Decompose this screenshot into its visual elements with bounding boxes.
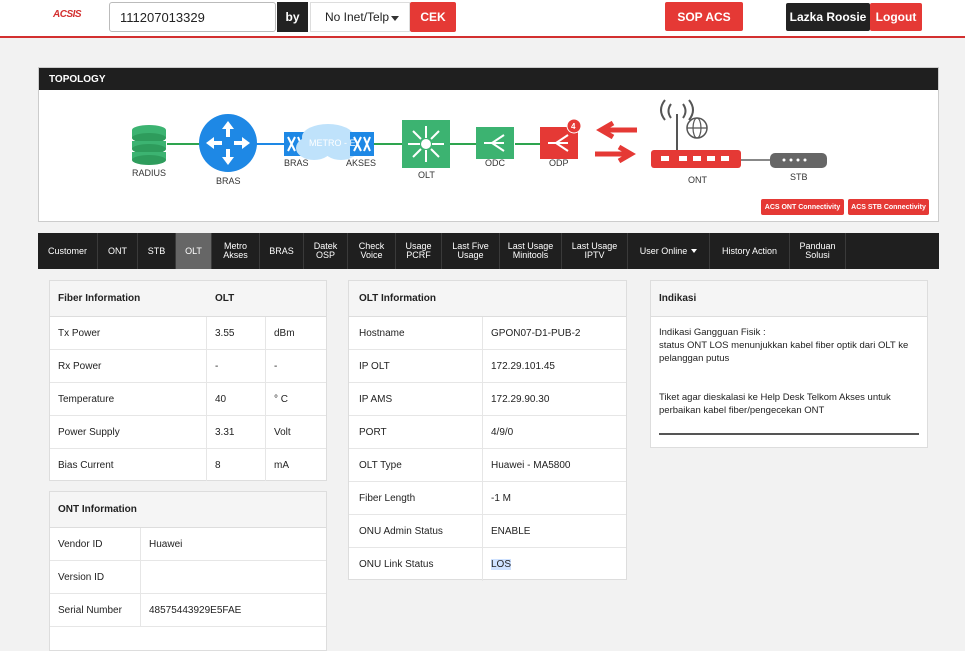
table-row: OLT Type Huawei - MA5800 xyxy=(349,449,626,482)
akses-label: AKSES xyxy=(346,158,377,168)
ont-head: ONT Information xyxy=(50,492,326,528)
user-name-button[interactable]: Lazka Roosie xyxy=(786,3,870,31)
bras2-label: BRAS xyxy=(284,158,309,168)
indikasi-line-2: status ONT LOS menunjukkan kabel fiber o… xyxy=(659,340,909,364)
olt-label: OLT xyxy=(418,170,435,180)
bras-label: BRAS xyxy=(216,176,241,186)
indikasi-card: Indikasi Indikasi Gangguan Fisik : statu… xyxy=(650,280,928,448)
stb-label: STB xyxy=(790,172,808,182)
table-row: Power Supply 3.31 Volt xyxy=(50,416,326,449)
chevron-down-icon xyxy=(391,16,399,21)
acs-ont-connectivity-button[interactable]: ACS ONT Connectivity xyxy=(761,199,844,215)
fiber-olt-head: OLT xyxy=(215,293,235,304)
radius-label: RADIUS xyxy=(132,168,167,178)
table-row: Version ID xyxy=(50,561,326,594)
table-row: IP OLT 172.29.101.45 xyxy=(349,350,626,383)
top-bar: ACSIS by No Inet/Telp CEK SOP ACS Lazka … xyxy=(0,0,965,38)
olt-head: OLT Information xyxy=(349,281,626,317)
table-row: Tx Power 3.55 dBm xyxy=(50,317,326,350)
metro-label: METRO - E xyxy=(309,138,356,148)
table-row: IP AMS 172.29.90.30 xyxy=(349,383,626,416)
table-row: Vendor ID Huawei xyxy=(50,528,326,561)
tab-last-usage-minitools[interactable]: Last Usage Minitools xyxy=(500,233,562,269)
radius-db-icon[interactable] xyxy=(132,125,166,165)
search-input[interactable] xyxy=(109,2,276,32)
logout-button[interactable]: Logout xyxy=(870,3,922,31)
tab-panduan-solusi[interactable]: Panduan Solusi xyxy=(790,233,846,269)
table-row: ONU Admin Status ENABLE xyxy=(349,515,626,548)
tab-history-action[interactable]: History Action xyxy=(710,233,790,269)
fiber-information-card: Fiber Information OLT Tx Power 3.55 dBm … xyxy=(49,280,327,481)
tab-user-online[interactable]: User Online xyxy=(628,233,710,269)
odc-label: ODC xyxy=(485,158,505,168)
tab-check-voice[interactable]: Check Voice xyxy=(348,233,396,269)
search-type-value: No Inet/Telp xyxy=(325,10,390,24)
ont-information-card: ONT Information Vendor ID Huawei Version… xyxy=(49,491,327,651)
odc-splitter-icon[interactable] xyxy=(476,127,514,159)
ont-label: ONT xyxy=(688,175,707,185)
bras-router-icon[interactable] xyxy=(199,114,257,172)
tab-last-usage-iptv[interactable]: Last Usage IPTV xyxy=(562,233,628,269)
tab-bar: Customer ONT STB OLT Metro Akses BRAS Dat… xyxy=(38,233,939,269)
table-row: Temperature 40 ° C xyxy=(50,383,326,416)
indikasi-line-3: Tiket agar dieskalasi ke Help Desk Telko… xyxy=(659,392,891,416)
olt-switch-icon[interactable] xyxy=(402,120,450,168)
table-row: Hostname GPON07-D1-PUB-2 xyxy=(349,317,626,350)
sop-acs-button[interactable]: SOP ACS xyxy=(665,2,743,31)
tab-last-five-usage[interactable]: Last Five Usage xyxy=(442,233,500,269)
by-label: by xyxy=(277,2,308,32)
tab-datek-osp[interactable]: Datek OSP xyxy=(304,233,348,269)
table-row: ONU Link Status LOS xyxy=(349,548,626,581)
tab-ont[interactable]: ONT xyxy=(98,233,138,269)
tab-stb[interactable]: STB xyxy=(138,233,176,269)
ont-router-icon[interactable] xyxy=(651,99,741,168)
table-row: Fiber Length -1 M xyxy=(349,482,626,515)
tab-customer[interactable]: Customer xyxy=(38,233,98,269)
indikasi-head: Indikasi xyxy=(651,281,927,317)
cek-button[interactable]: CEK xyxy=(410,2,456,32)
app-logo[interactable]: ACSIS xyxy=(53,9,82,20)
table-row: Serial Number 48575443929E5FAE xyxy=(50,594,326,627)
indikasi-line-1: Indikasi Gangguan Fisik : xyxy=(659,327,766,338)
exchange-arrows-icon xyxy=(595,120,637,164)
tab-usage-pcrf[interactable]: Usage PCRF xyxy=(396,233,442,269)
divider xyxy=(659,433,919,435)
odp-badge: 4 xyxy=(571,122,576,131)
onu-link-status-value: LOS xyxy=(491,559,512,570)
topology-panel: TOPOLOGY METRO - E 4 RADIUS BRAS BRAS AK… xyxy=(38,67,939,222)
table-row: PORT 4/9/0 xyxy=(349,416,626,449)
stb-box-icon[interactable] xyxy=(770,153,827,168)
topology-title: TOPOLOGY xyxy=(39,68,938,90)
odp-label: ODP xyxy=(549,158,569,168)
indikasi-body: Indikasi Gangguan Fisik : status ONT LOS… xyxy=(651,317,927,426)
table-row: Bias Current 8 mA xyxy=(50,449,326,481)
tab-metro-akses[interactable]: Metro Akses xyxy=(212,233,260,269)
chevron-down-icon xyxy=(691,249,698,253)
table-row: Rx Power - - xyxy=(50,350,326,383)
olt-information-card: OLT Information Hostname GPON07-D1-PUB-2… xyxy=(348,280,627,581)
fiber-head: Fiber Information xyxy=(58,293,141,304)
tab-bras[interactable]: BRAS xyxy=(260,233,304,269)
globe-icon xyxy=(686,117,708,139)
acs-stb-connectivity-button[interactable]: ACS STB Connectivity xyxy=(848,199,929,215)
tab-olt[interactable]: OLT xyxy=(176,233,212,269)
search-type-select[interactable]: No Inet/Telp xyxy=(310,2,410,32)
